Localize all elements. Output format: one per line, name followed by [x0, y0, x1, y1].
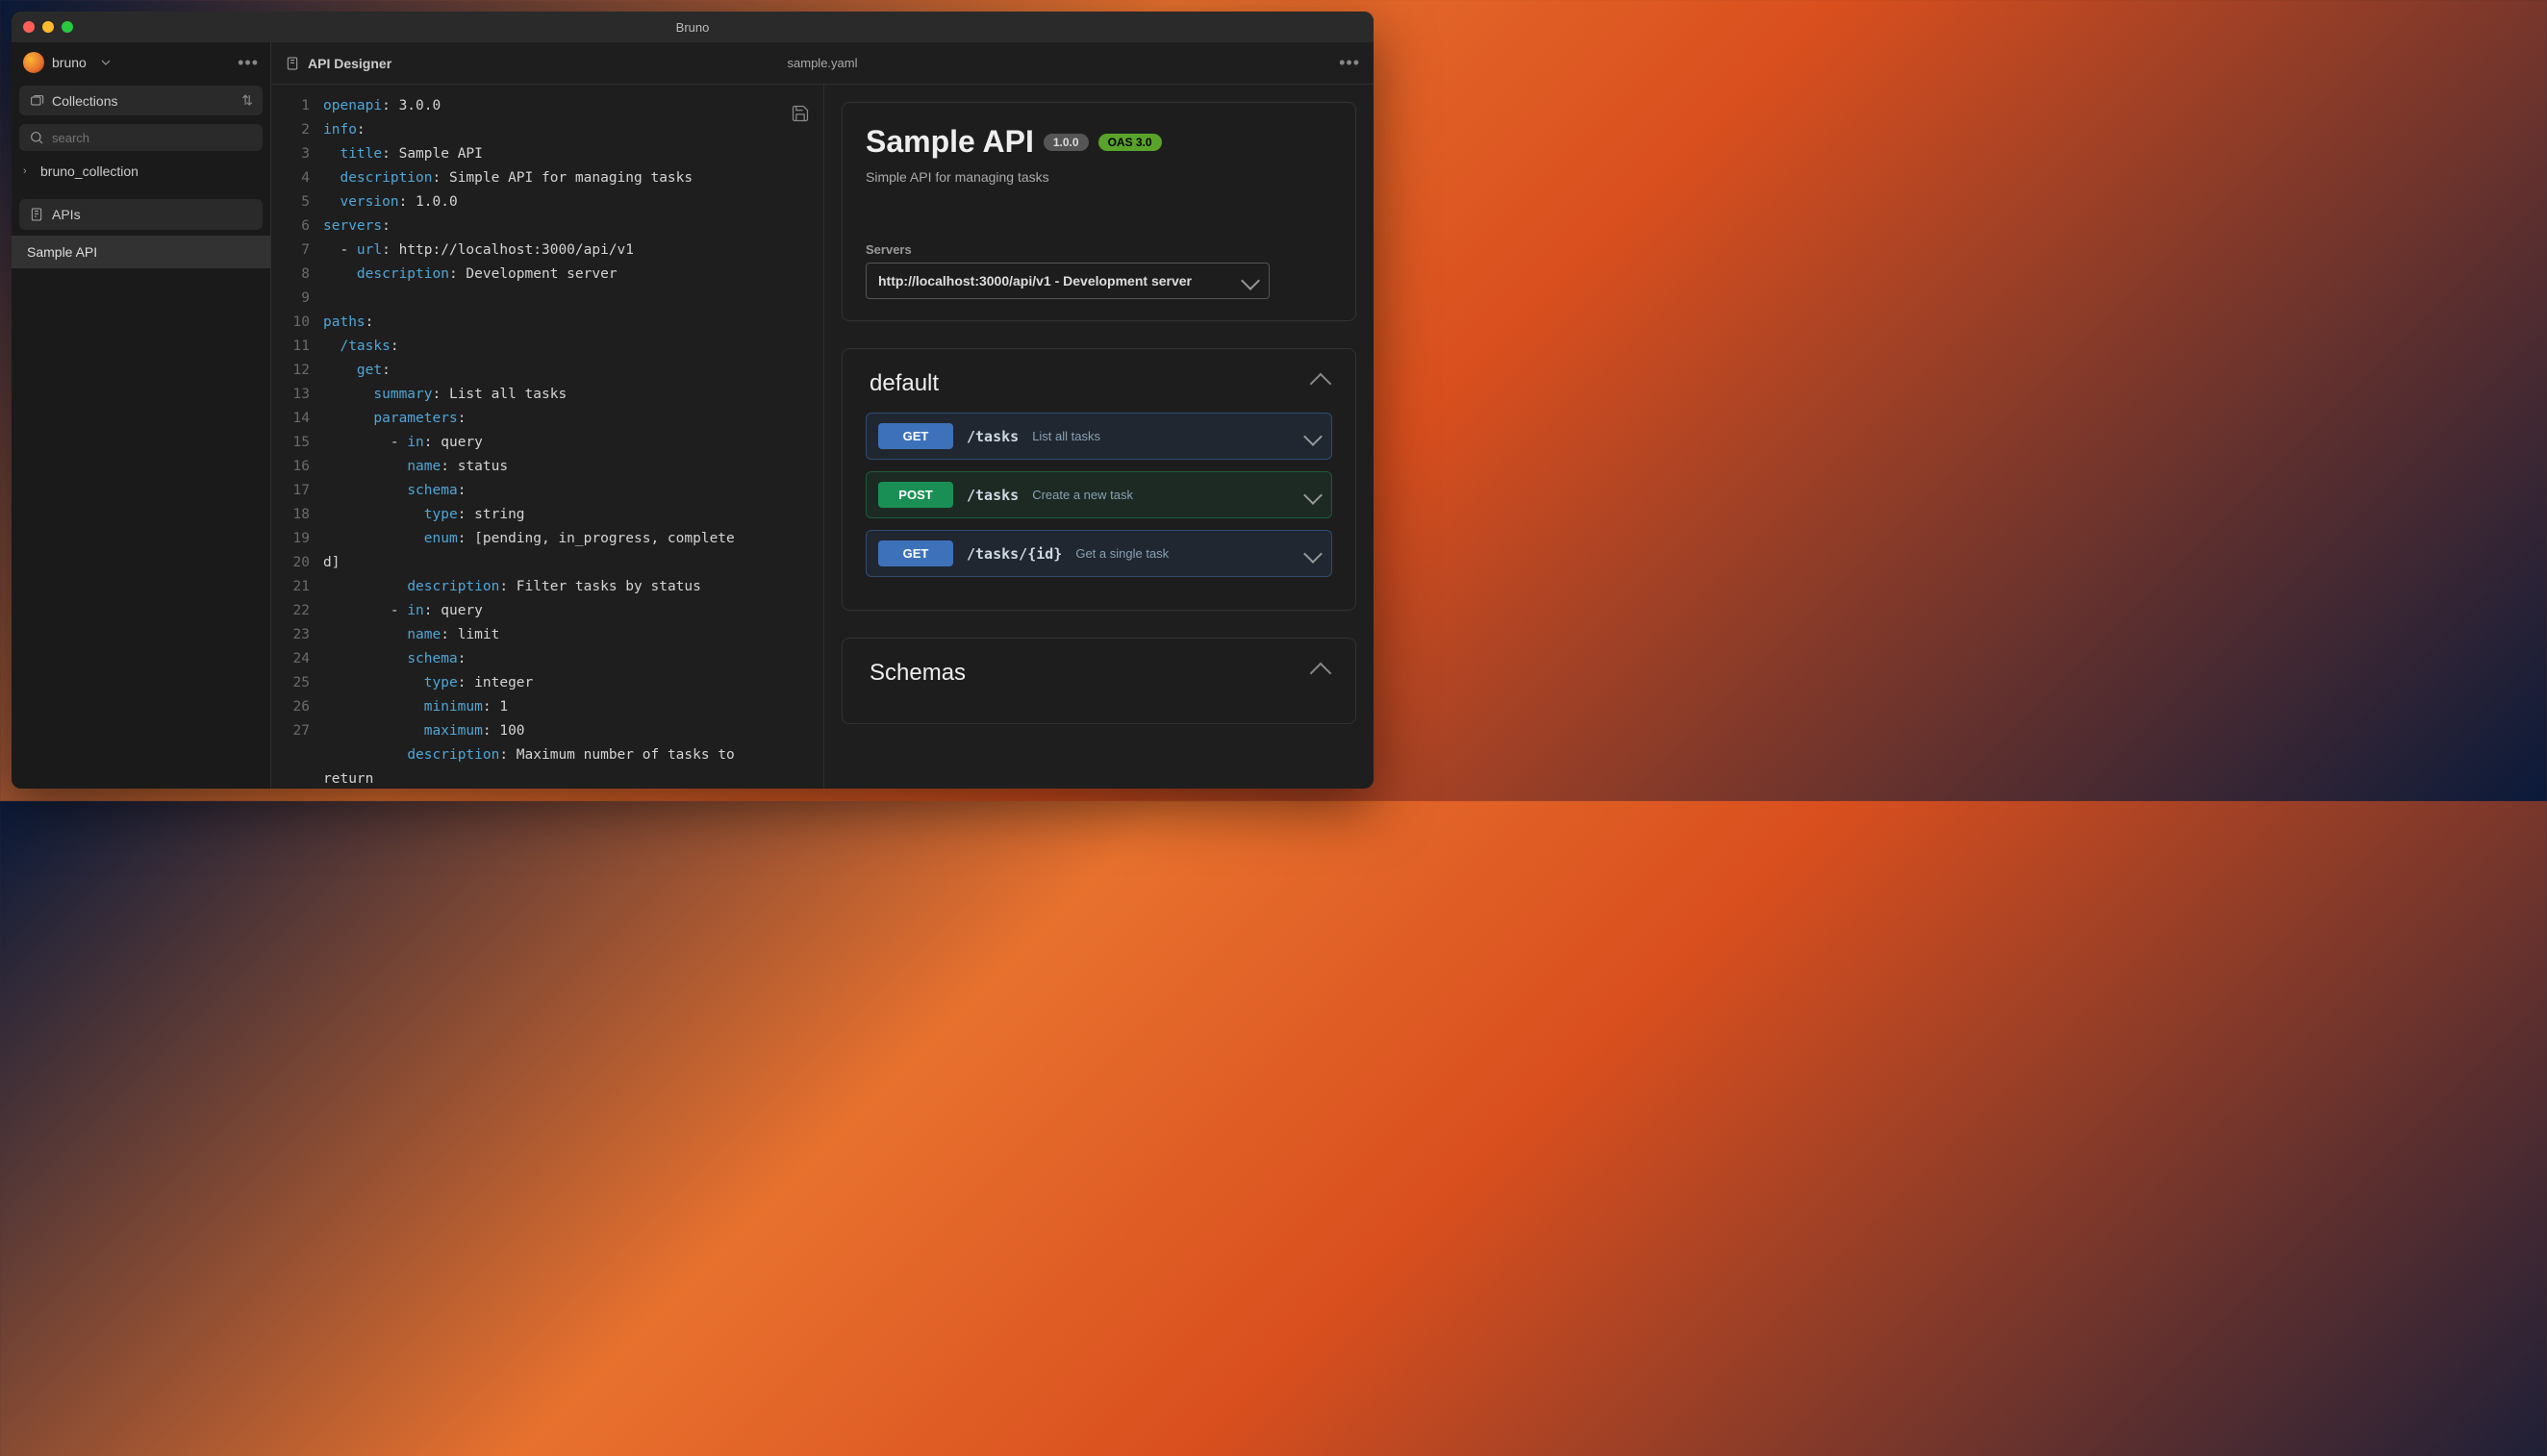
- collections-header[interactable]: Collections ⇅: [19, 86, 263, 115]
- servers-label: Servers: [866, 242, 1332, 257]
- search-input[interactable]: [52, 131, 253, 145]
- window-title: Bruno: [676, 20, 710, 35]
- collection-name: bruno_collection: [40, 163, 139, 179]
- bruno-logo-icon: [23, 52, 44, 73]
- schemas-header[interactable]: Schemas: [866, 660, 1332, 687]
- api-info-card: Sample API 1.0.0 OAS 3.0 Simple API for …: [842, 102, 1356, 321]
- api-title: Sample API: [866, 124, 1034, 160]
- apis-label: APIs: [52, 207, 81, 222]
- chevron-down-icon: [1303, 486, 1323, 505]
- save-icon[interactable]: [791, 104, 810, 123]
- endpoint-summary: Get a single task: [1075, 546, 1169, 561]
- schemas-card: Schemas: [842, 638, 1356, 724]
- brand-name: bruno: [52, 55, 87, 70]
- code-editor[interactable]: 1234567891011121314151617181920212223242…: [271, 85, 824, 789]
- chevron-up-icon: [1310, 373, 1332, 395]
- endpoint-path: /tasks/{id}: [967, 545, 1062, 563]
- main-row: bruno ••• Collections ⇅ › bruno_collecti…: [12, 42, 1374, 789]
- sidebar: bruno ••• Collections ⇅ › bruno_collecti…: [12, 42, 271, 789]
- group-title: default: [870, 370, 939, 397]
- apis-header[interactable]: APIs: [19, 199, 263, 230]
- sidebar-head: bruno •••: [12, 42, 270, 83]
- method-badge: POST: [878, 482, 953, 508]
- title-bar: Bruno: [12, 12, 1374, 42]
- maximize-button[interactable]: [62, 21, 73, 33]
- tab-bar: API Designer sample.yaml •••: [271, 42, 1374, 85]
- stack-icon: [29, 93, 44, 109]
- endpoint-list: GET/tasks List all tasks POST/tasks Create …: [866, 413, 1332, 577]
- chevron-down-icon: [1241, 271, 1260, 290]
- file-icon: [285, 56, 300, 71]
- api-icon: [29, 207, 44, 222]
- endpoint-path: /tasks: [967, 487, 1019, 504]
- chevron-down-icon[interactable]: [98, 55, 113, 70]
- api-description: Simple API for managing tasks: [866, 169, 1332, 185]
- preview-pane: Sample API 1.0.0 OAS 3.0 Simple API for …: [824, 85, 1374, 789]
- endpoint-path: /tasks: [967, 428, 1019, 445]
- line-gutter: 1234567891011121314151617181920212223242…: [271, 85, 317, 789]
- tab-title: API Designer: [308, 56, 391, 71]
- api-title-row: Sample API 1.0.0 OAS 3.0: [866, 124, 1332, 160]
- sidebar-item-api-active[interactable]: Sample API: [12, 236, 270, 268]
- chevron-right-icon: ›: [23, 165, 33, 177]
- api-item-label: Sample API: [27, 244, 97, 260]
- app-window: Bruno bruno ••• Collections ⇅ › bruno_: [12, 12, 1374, 789]
- schemas-label: Schemas: [870, 660, 966, 687]
- panes: 1234567891011121314151617181920212223242…: [271, 85, 1374, 789]
- method-badge: GET: [878, 540, 953, 566]
- code-area[interactable]: openapi: 3.0.0info: title: Sample API de…: [317, 85, 823, 789]
- search-icon: [29, 130, 44, 145]
- endpoints-card: default GET/tasks List all tasks POST/task…: [842, 348, 1356, 611]
- method-badge: GET: [878, 423, 953, 449]
- chevron-down-icon: [1303, 544, 1323, 564]
- group-header[interactable]: default: [866, 370, 1332, 397]
- endpoint-row[interactable]: GET/tasks/{id} Get a single task: [866, 530, 1332, 577]
- collections-label: Collections: [52, 93, 234, 109]
- version-badge: 1.0.0: [1044, 134, 1089, 151]
- endpoint-row[interactable]: GET/tasks List all tasks: [866, 413, 1332, 460]
- search-wrap: [19, 124, 263, 151]
- close-button[interactable]: [23, 21, 35, 33]
- server-select[interactable]: http://localhost:3000/api/v1 - Developme…: [866, 263, 1270, 299]
- traffic-lights: [23, 21, 73, 33]
- endpoint-summary: Create a new task: [1032, 488, 1133, 502]
- chevron-up-icon: [1310, 663, 1332, 685]
- tab-filename: sample.yaml: [788, 56, 858, 70]
- minimize-button[interactable]: [42, 21, 54, 33]
- sidebar-menu-button[interactable]: •••: [238, 53, 259, 73]
- content: API Designer sample.yaml ••• 12345678910…: [271, 42, 1374, 789]
- tab-left: API Designer: [285, 56, 391, 71]
- oas-badge: OAS 3.0: [1098, 134, 1162, 151]
- sort-icon[interactable]: ⇅: [241, 92, 253, 109]
- chevron-down-icon: [1303, 427, 1323, 446]
- server-value: http://localhost:3000/api/v1 - Developme…: [878, 273, 1192, 289]
- endpoint-row[interactable]: POST/tasks Create a new task: [866, 471, 1332, 518]
- tab-menu-button[interactable]: •••: [1339, 53, 1360, 73]
- sidebar-item-collection[interactable]: › bruno_collection: [12, 157, 270, 186]
- endpoint-summary: List all tasks: [1032, 429, 1100, 443]
